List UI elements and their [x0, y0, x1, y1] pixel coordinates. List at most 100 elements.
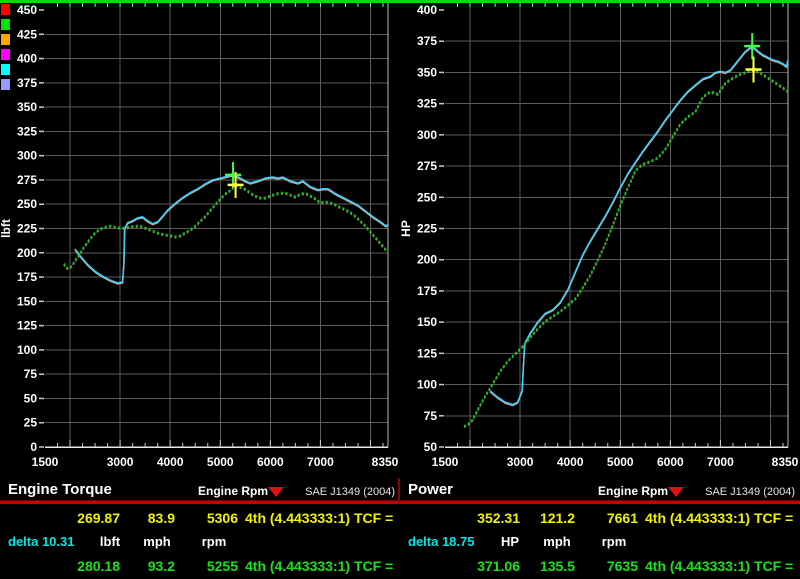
x-tick-label: 7000 — [307, 455, 334, 469]
cursor1-rpm-value: 7661 — [606, 510, 638, 526]
y-tick-label: 275 — [417, 159, 437, 173]
cursor1-values-row: 352.31 121.2 7661 4th (4.443333:1) TCF = — [400, 510, 800, 530]
y-tick-label: 225 — [417, 222, 437, 236]
run-color-chip-run-3[interactable] — [1, 34, 10, 45]
run-color-chip-list — [1, 4, 10, 94]
cursor2-values-row: 280.18 93.2 5255 4th (4.443333:1) TCF = — [0, 558, 400, 578]
x-axis-selector-label[interactable]: Engine Rpm — [598, 484, 668, 498]
unit-torque: lbft — [99, 534, 121, 549]
y-tick-label: 150 — [17, 294, 37, 308]
y-tick-label: 100 — [17, 343, 37, 357]
curve-current-run-solid-#9f9fff — [74, 174, 389, 285]
x-axis-selector-label[interactable]: Engine Rpm — [198, 484, 268, 498]
cursor-center-dot — [233, 182, 238, 188]
dropdown-arrow-icon[interactable] — [668, 487, 684, 497]
unit-speed: mph — [543, 534, 571, 549]
cursor-center-dot — [230, 172, 236, 178]
y-tick-label: 225 — [17, 222, 37, 236]
units-row: delta 10.31 lbft mph rpm — [0, 534, 400, 554]
y-tick-label: 125 — [17, 319, 37, 333]
cursor-center-dot — [749, 43, 755, 49]
y-tick-label: 250 — [417, 190, 437, 204]
cursor-center-dot — [751, 67, 756, 72]
torque-panel-header: Engine Torque Engine Rpm SAE J1349 (2004… — [0, 478, 400, 500]
y-tick-label: 350 — [417, 65, 437, 79]
y-tick-label: 275 — [17, 173, 37, 187]
x-tick-label: 3000 — [107, 455, 134, 469]
run-color-chip-run-6[interactable] — [1, 79, 10, 90]
power-panel-header: Power Engine Rpm SAE J1349 (2004) — [400, 478, 800, 500]
y-tick-label: 350 — [17, 100, 37, 114]
y-tick-label: 0 — [30, 440, 37, 454]
cursor1-values-row: 269.87 83.9 5306 4th (4.443333:1) TCF = — [0, 510, 400, 530]
run-color-chip-run-5[interactable] — [1, 64, 10, 75]
torque-chart-canvas: 0 25 50 75 100 125 150 175 200 225 250 275 300 325 350… — [0, 3, 399, 469]
y-tick-label: 425 — [17, 27, 37, 41]
x-tick-label: 6000 — [657, 455, 684, 469]
y-axis-title: lbft — [0, 219, 13, 238]
cursor1-gear-ratio: 4th (4.443333:1) TCF = — [645, 510, 794, 526]
x-tick-label: 3000 — [507, 455, 534, 469]
unit-power: HP — [500, 534, 520, 549]
cursor-yellow-marker[interactable] — [745, 56, 762, 83]
cursor1-rpm-value: 5306 — [206, 510, 238, 526]
y-tick-label: 375 — [417, 34, 437, 48]
cursor1-torque-value: 269.87 — [77, 510, 120, 526]
x-tick-label: 7000 — [707, 455, 734, 469]
x-tick-label: 5000 — [207, 455, 234, 469]
cursor2-rpm-value: 5255 — [206, 558, 238, 574]
curve-current-run-solid-#ffa020 — [74, 175, 389, 285]
run-color-chip-run-2[interactable] — [1, 19, 10, 30]
cursor2-power-value: 371.06 — [477, 558, 520, 574]
unit-rpm: rpm — [601, 534, 627, 549]
unit-speed: mph — [143, 534, 171, 549]
curve-baseline-run-dotted-#d08000 — [463, 70, 789, 428]
cursor1-speed-value: 121.2 — [539, 510, 575, 526]
x-tick-label: 4000 — [557, 455, 584, 469]
cursor2-torque-value: 280.18 — [77, 558, 120, 574]
y-tick-label: 400 — [417, 3, 437, 17]
y-tick-label: 175 — [17, 270, 37, 284]
red-divider-rule — [0, 500, 400, 504]
cursor-green-marker[interactable] — [744, 33, 761, 60]
curve-current-run-solid-#9f9fff — [489, 45, 789, 406]
run-color-chip-run-4[interactable] — [1, 49, 10, 60]
y-tick-label: 300 — [417, 128, 437, 142]
sae-correction-label: SAE J1349 (2004) — [705, 486, 795, 498]
dropdown-arrow-icon[interactable] — [268, 487, 284, 497]
y-tick-label: 100 — [417, 378, 437, 392]
cursor2-speed-value: 135.5 — [539, 558, 575, 574]
cursor1-power-value: 352.31 — [477, 510, 520, 526]
curve-baseline-run-dotted-#00b09b — [63, 184, 389, 270]
cursor1-gear-ratio: 4th (4.443333:1) TCF = — [245, 510, 394, 526]
curve-current-run-solid-#ffa020 — [489, 46, 789, 407]
cursor2-speed-value: 93.2 — [147, 558, 175, 574]
y-tick-label: 400 — [17, 52, 37, 66]
torque-data-panel: Engine Torque Engine Rpm SAE J1349 (2004… — [0, 478, 400, 579]
x-tick-label: 4000 — [157, 455, 184, 469]
curve-current-run-solid-#2fd8ff — [489, 45, 789, 406]
units-row: delta 18.75 HP mph rpm — [400, 534, 800, 554]
power-chart: 50 75 100 125 150 175 200 225 250 275 300 325 350 375… — [399, 0, 800, 478]
x-tick-label: 6000 — [257, 455, 284, 469]
curve-baseline-run-dotted-#00d000 — [463, 68, 789, 427]
y-tick-label: 150 — [417, 315, 437, 329]
y-tick-label: 50 — [24, 391, 38, 405]
cursor2-gear-ratio: 4th (4.443333:1) TCF = — [645, 558, 794, 574]
y-tick-label: 300 — [17, 149, 37, 163]
x-tick-label: 8350 — [372, 455, 399, 469]
y-tick-label: 125 — [417, 346, 437, 360]
power-panel-title: Power — [408, 481, 454, 498]
run-color-chip-run-1[interactable] — [1, 4, 10, 15]
cursor1-speed-value: 83.9 — [147, 510, 175, 526]
cursor2-rpm-value: 7635 — [606, 558, 638, 574]
y-axis-title: HP — [399, 220, 413, 237]
torque-panel-title: Engine Torque — [8, 481, 112, 498]
x-tick-label: 1500 — [432, 455, 459, 469]
y-tick-label: 250 — [17, 197, 37, 211]
torque-chart: 0 25 50 75 100 125 150 175 200 225 250 275 300 325 350… — [0, 0, 400, 478]
y-tick-label: 25 — [24, 416, 38, 430]
y-tick-label: 175 — [417, 284, 437, 298]
red-divider-rule — [400, 500, 800, 504]
power-chart-canvas: 50 75 100 125 150 175 200 225 250 275 300 325 350 375… — [399, 3, 799, 469]
